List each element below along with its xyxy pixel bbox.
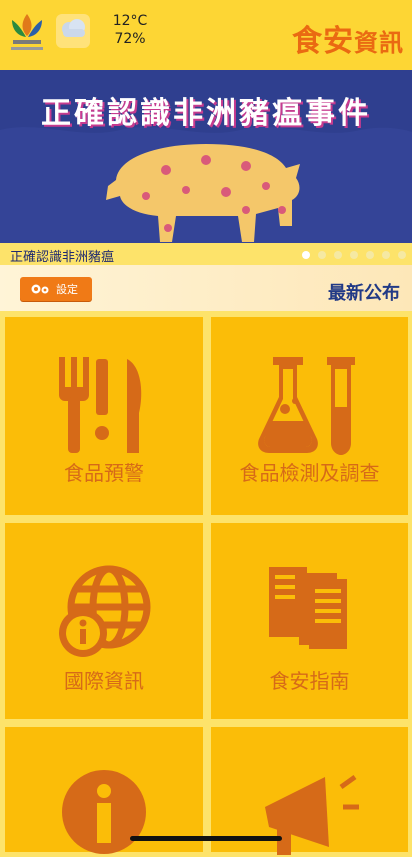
carousel-dot[interactable] (334, 251, 342, 259)
carousel-dot[interactable] (382, 251, 390, 259)
megaphone-icon (264, 774, 359, 855)
tile-food-alert[interactable]: 食品預警 (5, 317, 203, 515)
humidity: 72% (114, 31, 146, 47)
temperature: 12°C (112, 13, 148, 29)
tile-announcement[interactable] (211, 727, 408, 855)
info-icon (62, 770, 146, 854)
tile-food-safety-guide[interactable]: 食安指南 (211, 523, 408, 719)
news-banner[interactable]: 正確認識非洲豬瘟事件 (0, 70, 412, 246)
carousel-dot[interactable] (366, 251, 374, 259)
carousel-dot[interactable] (302, 251, 310, 259)
app-title-sub: 資訊 (354, 29, 404, 57)
app-title: 食安資訊 (292, 16, 404, 60)
banner-caption[interactable]: 正確認識非洲豬瘟 (10, 246, 114, 265)
centre-logo-icon[interactable] (6, 10, 48, 58)
tile-label: 國際資訊 (64, 669, 144, 693)
cloudy-weather-icon (56, 14, 90, 48)
tile-label: 食品檢測及調查 (239, 461, 380, 485)
menu-grid: 食品預警 食品檢測及調查 國際資訊 食安指南 (0, 311, 412, 855)
app-title-main: 食安 (292, 24, 354, 59)
carousel-dot[interactable] (398, 251, 406, 259)
carousel-dot[interactable] (318, 251, 326, 259)
gears-icon (31, 284, 49, 294)
globe-info-icon (59, 565, 151, 657)
carousel-indicator[interactable] (302, 251, 406, 259)
tile-info[interactable] (5, 727, 203, 854)
home-indicator[interactable] (130, 836, 282, 841)
utensils-alert-icon (59, 357, 142, 453)
tile-food-testing[interactable]: 食品檢測及調查 (211, 317, 408, 515)
latest-news-link[interactable]: 最新公布 (328, 279, 400, 305)
settings-button[interactable]: 設定 (20, 277, 92, 301)
tile-label: 食安指南 (269, 669, 350, 693)
pig-illustration-icon (106, 144, 300, 242)
carousel-dot[interactable] (350, 251, 358, 259)
documents-icon (268, 567, 347, 649)
top-bar: 12°C 72% 食安資訊 (0, 0, 412, 70)
banner-title: 正確認識非洲豬瘟事件 (41, 96, 371, 131)
tile-international-info[interactable]: 國際資訊 (5, 523, 203, 719)
lab-flask-icon (257, 357, 355, 455)
settings-label: 設定 (56, 283, 78, 296)
tile-label: 食品預警 (64, 461, 144, 485)
